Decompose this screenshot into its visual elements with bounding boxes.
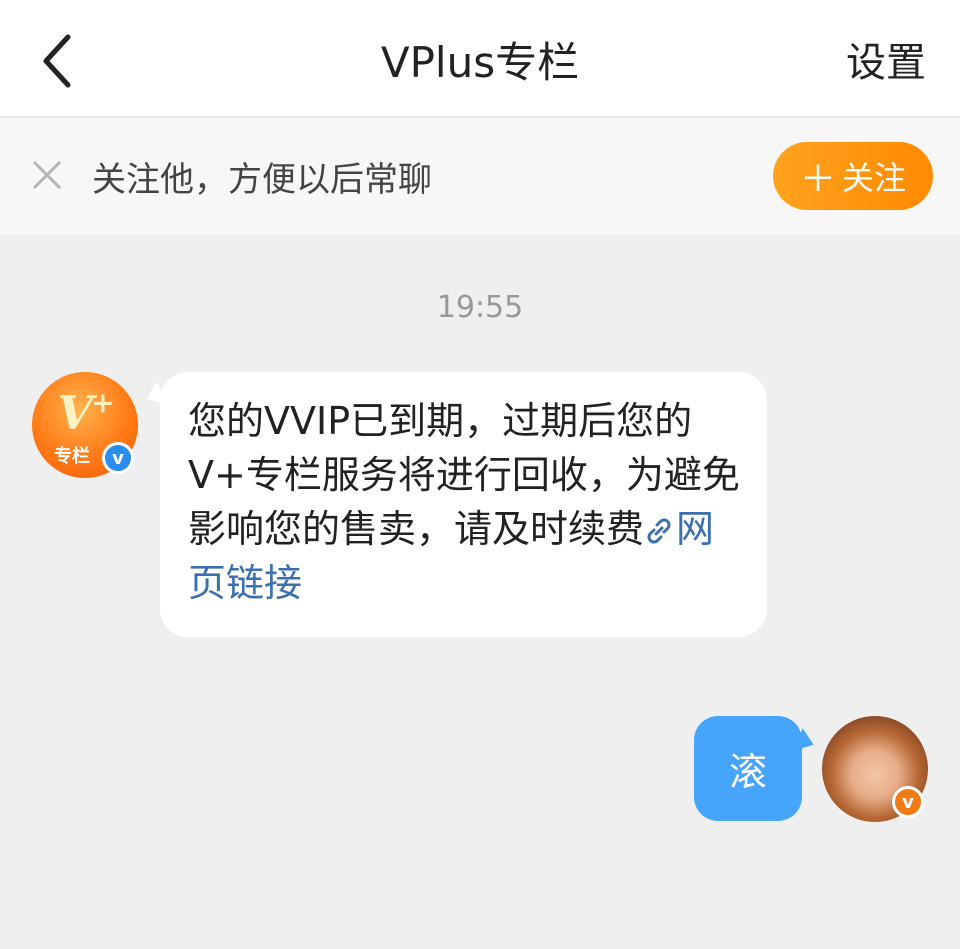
- outgoing-message-bubble: 滚: [694, 716, 802, 821]
- follow-button[interactable]: ＋ 关注: [773, 142, 933, 210]
- plus-icon: ＋: [799, 159, 836, 200]
- settings-button[interactable]: 设置: [846, 0, 926, 118]
- verified-badge-icon: v: [102, 442, 134, 474]
- top-nav-bar: VPlus专栏 设置: [0, 0, 960, 118]
- follow-button-label: 关注: [842, 159, 907, 197]
- incoming-message-bubble: 您的VVIP已到期，过期后您的V+专栏服务将进行回收，为避免影响您的售卖，请及时…: [160, 372, 767, 637]
- verified-badge-icon: v: [892, 786, 924, 818]
- follow-prompt-text: 关注他，方便以后常聊: [92, 160, 432, 200]
- avatar-label: 专栏: [54, 446, 90, 467]
- vplus-logo-icon: V+: [57, 386, 114, 440]
- follow-suggestion-bar: 关注他，方便以后常聊 ＋ 关注: [0, 118, 960, 235]
- outgoing-message-text: 滚: [728, 750, 767, 794]
- page-title: VPlus专栏: [380, 37, 580, 87]
- close-icon[interactable]: [30, 158, 64, 192]
- link-icon: [647, 518, 671, 544]
- message-timestamp: 19:55: [436, 290, 524, 325]
